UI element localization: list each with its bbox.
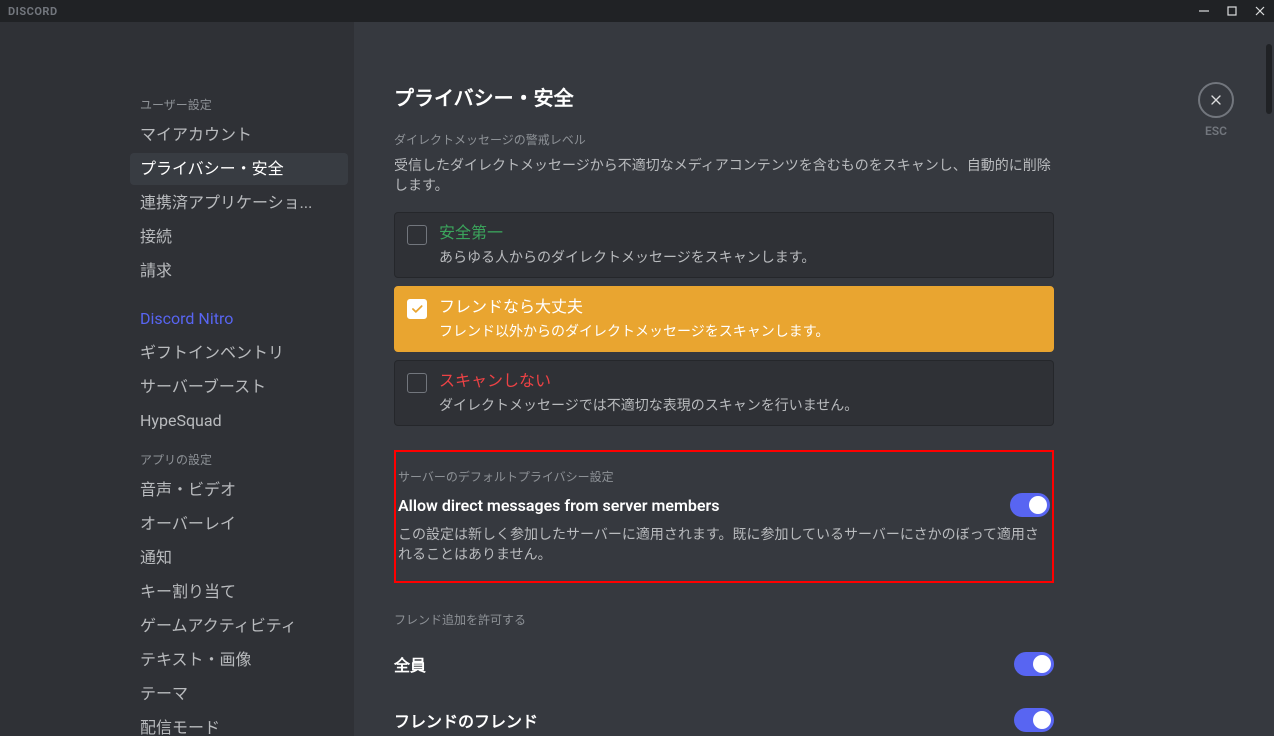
highlight-annotation: サーバーのデフォルトプライバシー設定 Allow direct messages…: [394, 450, 1054, 583]
checkbox-icon: [407, 225, 427, 245]
maximize-icon: [1227, 6, 1237, 16]
sidebar-item-gift-inventory[interactable]: ギフトインベントリ: [130, 337, 348, 369]
close-window-button[interactable]: [1246, 0, 1274, 22]
sidebar-item-my-account[interactable]: マイアカウント: [130, 119, 348, 151]
close-settings-button[interactable]: [1198, 82, 1234, 118]
dm-scan-option-sub: ダイレクトメッセージでは不適切な表現のスキャンを行いません。: [439, 395, 1041, 415]
sidebar-item-appearance[interactable]: テーマ: [130, 678, 348, 710]
sidebar-item-text-images[interactable]: テキスト・画像: [130, 644, 348, 676]
sidebar-item-nitro[interactable]: Discord Nitro: [130, 303, 348, 335]
sidebar-item-hypesquad[interactable]: HypeSquad: [130, 405, 348, 437]
maximize-button[interactable]: [1218, 0, 1246, 22]
server-dm-title: Allow direct messages from server member…: [398, 496, 720, 515]
sidebar-item-server-boost[interactable]: サーバーブースト: [130, 371, 348, 403]
friend-fof-label: フレンドのフレンド: [394, 708, 538, 732]
sidebar-category-app: アプリの設定: [130, 445, 348, 474]
scrollbar-thumb[interactable]: [1266, 44, 1272, 114]
sidebar-item-voice-video[interactable]: 音声・ビデオ: [130, 474, 348, 506]
checkbox-icon: [407, 299, 427, 319]
friend-everyone-toggle[interactable]: [1014, 652, 1054, 676]
dm-scan-label: ダイレクトメッセージの警戒レベル: [394, 131, 1054, 148]
sidebar-item-game-activity[interactable]: ゲームアクティビティ: [130, 610, 348, 642]
window-titlebar: DISCORD: [0, 0, 1274, 22]
dm-scan-option-none[interactable]: スキャンしない ダイレクトメッセージでは不適切な表現のスキャンを行いません。: [394, 360, 1054, 426]
dm-scan-desc: 受信したダイレクトメッセージから不適切なメディアコンテンツを含むものをスキャンし…: [394, 156, 1054, 196]
friend-fof-toggle[interactable]: [1014, 708, 1054, 732]
app-logo: DISCORD: [8, 5, 58, 18]
dm-scan-option-sub: あらゆる人からのダイレクトメッセージをスキャンします。: [439, 247, 1041, 267]
dm-scan-option-safe[interactable]: 安全第一 あらゆる人からのダイレクトメッセージをスキャンします。: [394, 212, 1054, 278]
sidebar-item-keybinds[interactable]: キー割り当て: [130, 576, 348, 608]
close-icon: [1255, 6, 1265, 16]
minimize-icon: [1199, 6, 1209, 16]
friend-add-label: フレンド追加を許可する: [394, 611, 1054, 628]
server-dm-desc: この設定は新しく参加したサーバーに適用されます。既に参加しているサーバーにさかの…: [398, 525, 1050, 565]
sidebar-item-overlay[interactable]: オーバーレイ: [130, 508, 348, 540]
sidebar-item-privacy[interactable]: プライバシー・安全: [130, 153, 348, 185]
dm-scan-option-sub: フレンド以外からのダイレクトメッセージをスキャンします。: [439, 321, 1041, 341]
dm-scan-option-title: 安全第一: [439, 223, 1041, 243]
sidebar-item-notifications[interactable]: 通知: [130, 542, 348, 574]
checkbox-icon: [407, 373, 427, 393]
friend-everyone-label: 全員: [394, 652, 426, 676]
dm-scan-option-title: スキャンしない: [439, 371, 1041, 391]
sidebar-category-user: ユーザー設定: [130, 90, 348, 119]
server-dm-label: サーバーのデフォルトプライバシー設定: [398, 468, 1050, 485]
close-settings: ESC: [1198, 82, 1234, 138]
sidebar-item-authorized-apps[interactable]: 連携済アプリケーショ...: [130, 187, 348, 219]
minimize-button[interactable]: [1190, 0, 1218, 22]
settings-content: ESC プライバシー・安全 ダイレクトメッセージの警戒レベル 受信したダイレクト…: [354, 22, 1274, 736]
server-dm-toggle[interactable]: [1010, 493, 1050, 517]
sidebar-item-billing[interactable]: 請求: [130, 255, 348, 287]
settings-sidebar: ユーザー設定 マイアカウント プライバシー・安全 連携済アプリケーショ... 接…: [0, 22, 354, 736]
page-title: プライバシー・安全: [394, 82, 1054, 111]
dm-scan-option-friends[interactable]: フレンドなら大丈夫 フレンド以外からのダイレクトメッセージをスキャンします。: [394, 286, 1054, 352]
sidebar-item-streamer-mode[interactable]: 配信モード: [130, 712, 348, 736]
dm-scan-option-title: フレンドなら大丈夫: [439, 297, 1041, 317]
sidebar-item-connections[interactable]: 接続: [130, 221, 348, 253]
close-icon: [1208, 92, 1224, 108]
window-controls: [1190, 0, 1274, 22]
close-settings-label: ESC: [1205, 124, 1227, 138]
